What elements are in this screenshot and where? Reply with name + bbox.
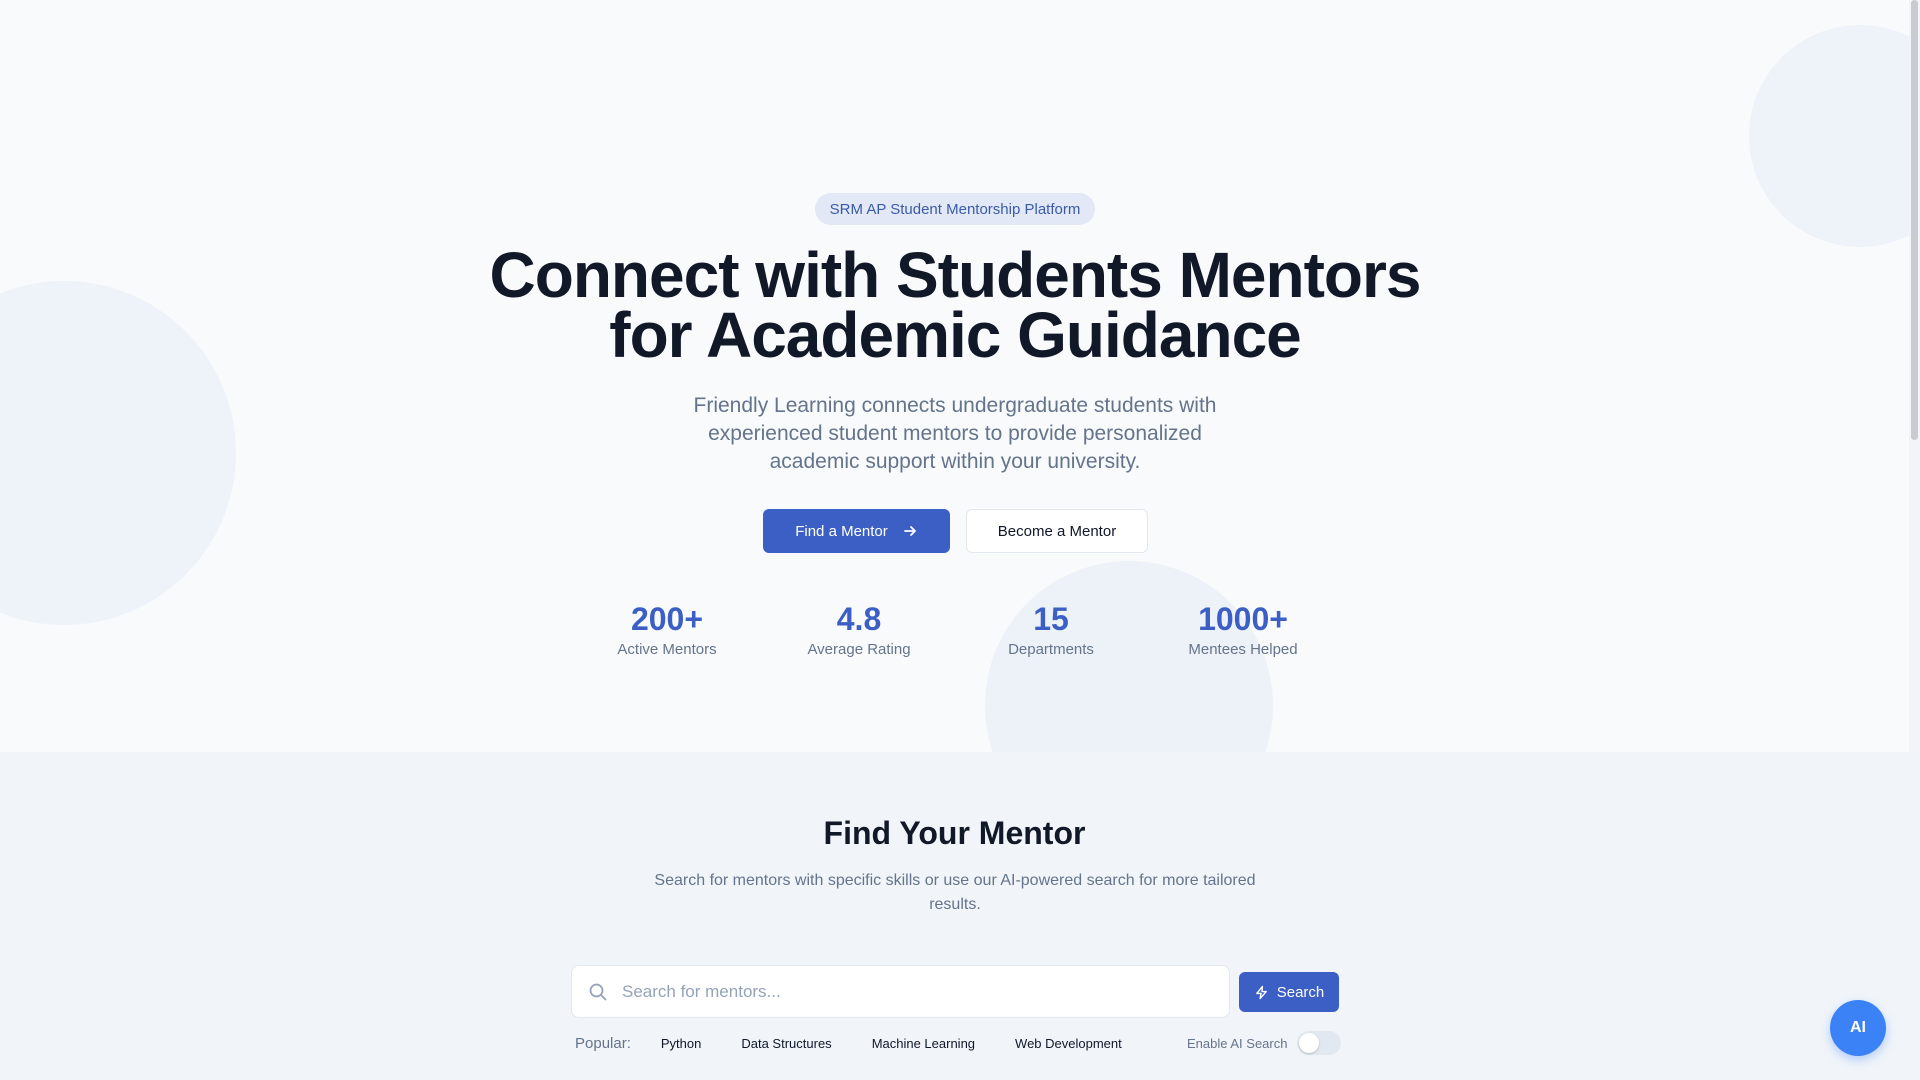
tag-python[interactable]: Python [644, 1030, 718, 1057]
stat-average-rating: 4.8 Average Rating [779, 598, 939, 660]
search-box[interactable] [571, 965, 1230, 1018]
popular-tags: Popular: Python Data Structures Machine … [575, 1030, 1138, 1057]
mentor-search-input[interactable] [622, 981, 1182, 1002]
scrollbar-thumb[interactable] [1911, 0, 1918, 440]
stat-value: 4.8 [836, 601, 882, 637]
hero-title-line2: for Academic Guidance [609, 299, 1301, 371]
ai-search-toggle-group: Enable AI Search [1187, 1031, 1342, 1055]
hero-title: Connect with Students Mentors for Academ… [460, 243, 1450, 367]
become-mentor-button[interactable]: Become a Mentor [966, 509, 1148, 553]
lightning-icon [1255, 985, 1267, 999]
hero-subtitle: Friendly Learning connects undergraduate… [693, 394, 1217, 473]
platform-badge: SRM AP Student Mentorship Platform [815, 193, 1095, 225]
stat-value: 1000+ [1198, 601, 1288, 637]
stat-label: Mentees Helped [1188, 641, 1298, 658]
search-section-subtitle: Search for mentors with specific skills … [654, 872, 1256, 913]
stat-active-mentors: 200+ Active Mentors [587, 598, 747, 660]
arrow-right-icon [903, 526, 916, 536]
search-button-label: Search [1276, 983, 1325, 1001]
tag-machine-learning[interactable]: Machine Learning [855, 1030, 992, 1057]
stat-value: 200+ [630, 601, 704, 637]
ai-search-toggle[interactable] [1297, 1031, 1342, 1055]
decorative-circle [0, 281, 236, 625]
ai-assistant-button[interactable]: AI [1830, 1000, 1886, 1056]
stat-mentees-helped: 1000+ Mentees Helped [1163, 598, 1323, 660]
search-button[interactable]: Search [1239, 972, 1339, 1012]
stat-label: Average Rating [807, 641, 911, 658]
hero-section: SRM AP Student Mentorship Platform Conne… [0, 0, 1909, 752]
page-scrollbar[interactable] [1909, 0, 1920, 1080]
stat-departments: 15 Departments [971, 598, 1131, 660]
tag-data-structures[interactable]: Data Structures [725, 1030, 848, 1057]
find-mentor-button[interactable]: Find a Mentor [763, 509, 950, 553]
stat-label: Active Mentors [617, 641, 717, 658]
find-mentor-label: Find a Mentor [795, 522, 888, 540]
popular-label: Popular: [575, 1035, 631, 1052]
stat-label: Departments [1008, 641, 1094, 658]
decorative-circle [1749, 25, 1909, 247]
toggle-knob [1299, 1033, 1320, 1053]
search-section-title: Find Your Mentor [823, 815, 1086, 851]
search-icon [589, 983, 607, 1000]
tag-web-development[interactable]: Web Development [999, 1030, 1138, 1057]
ai-search-label: Enable AI Search [1187, 1035, 1288, 1051]
stat-value: 15 [1033, 601, 1069, 637]
